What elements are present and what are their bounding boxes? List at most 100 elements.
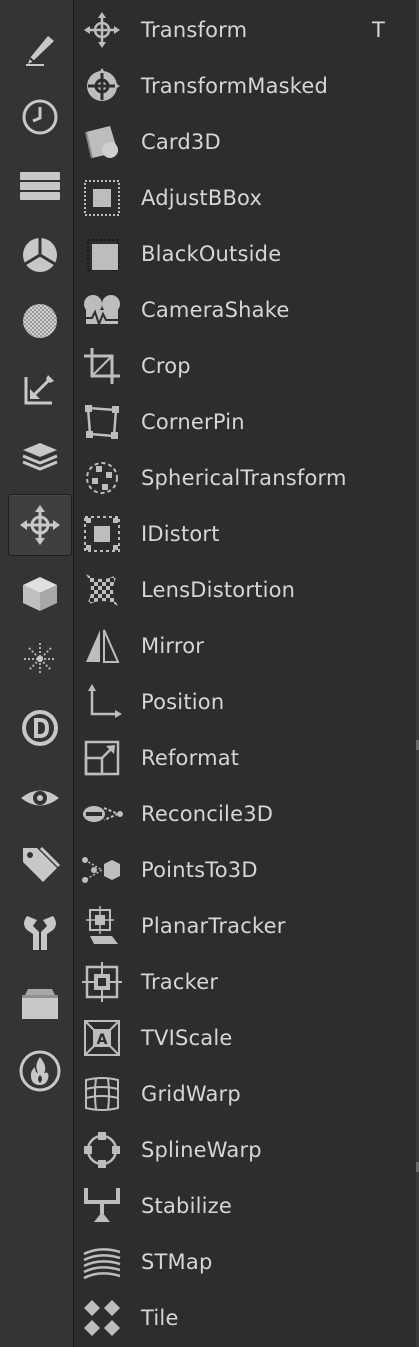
menu-item-splinewarp[interactable]: SplineWarp	[74, 1122, 417, 1178]
eye-icon	[21, 790, 59, 806]
pencil-icon	[26, 36, 54, 66]
menu-item-mirror[interactable]: Mirror	[74, 618, 417, 674]
shortcut-label: T	[372, 18, 385, 42]
toolset-box-icon	[22, 989, 58, 1019]
menu-item-label: AdjustBBox	[141, 186, 263, 210]
menu-item-label: BlackOutside	[141, 242, 282, 266]
gridwarp-icon	[80, 1072, 124, 1116]
tile-icon	[80, 1296, 124, 1340]
stabilize-icon	[80, 1184, 124, 1228]
deep-toolbar-button[interactable]	[8, 697, 72, 759]
merge-stack-icon	[22, 443, 58, 471]
menu-item-sphericaltransform[interactable]: SphericalTransform	[74, 450, 417, 506]
menu-item-label: SphericalTransform	[141, 466, 347, 490]
menu-item-tviscale[interactable]: A TVIScale	[74, 1010, 417, 1066]
menu-item-label: GridWarp	[141, 1082, 241, 1106]
crop-icon	[80, 344, 124, 388]
cube-icon	[23, 577, 57, 611]
tviscale-icon: A	[80, 1016, 124, 1060]
particles-toolbar-button[interactable]	[8, 628, 72, 690]
menu-item-label: IDistort	[141, 522, 220, 546]
menu-item-planartracker[interactable]: PlanarTracker	[74, 898, 417, 954]
menu-item-reformat[interactable]: Reformat	[74, 730, 417, 786]
3d-toolbar-button[interactable]	[8, 563, 72, 625]
transform-masked-icon	[80, 64, 124, 108]
metadata-toolbar-button[interactable]	[8, 834, 72, 896]
transform-move-icon	[20, 505, 60, 545]
menu-item-label: PlanarTracker	[141, 914, 286, 938]
menu-item-label: TransformMasked	[141, 74, 329, 98]
particle-burst-icon	[24, 643, 56, 675]
menu-item-label: LensDistortion	[141, 578, 296, 602]
tag-icon	[23, 846, 61, 882]
reconcile3d-icon	[80, 792, 124, 836]
menu-item-label: Mirror	[141, 634, 205, 658]
menu-item-label: Stabilize	[141, 1194, 233, 1218]
menu-item-label: Crop	[141, 354, 191, 378]
color-toolbar-button[interactable]	[8, 224, 72, 286]
transform-menu: Transform T TransformMasked Card3D Adjus…	[73, 0, 416, 1347]
menu-item-stmap[interactable]: STMap	[74, 1234, 417, 1290]
menu-item-label: STMap	[141, 1250, 213, 1274]
menu-item-label: Position	[141, 690, 225, 714]
menu-item-cornerpin[interactable]: CornerPin	[74, 394, 417, 450]
other-toolbar-button[interactable]	[8, 902, 72, 964]
menu-item-reconcile3d[interactable]: Reconcile3D	[74, 786, 417, 842]
menu-item-card3d[interactable]: Card3D	[74, 114, 417, 170]
channel-toolbar-button[interactable]	[8, 155, 72, 217]
menu-item-label: CornerPin	[141, 410, 245, 434]
spherical-transform-icon	[80, 456, 124, 500]
toolsets-toolbar-button[interactable]	[8, 972, 72, 1034]
furnace-toolbar-button[interactable]	[8, 1040, 72, 1102]
menu-item-label: Tile	[141, 1306, 179, 1330]
points-to-3d-icon	[80, 848, 124, 892]
menu-item-position[interactable]: Position	[74, 674, 417, 730]
menu-item-label: Reconcile3D	[141, 802, 274, 826]
flame-icon	[19, 1050, 61, 1092]
menu-item-idistort[interactable]: IDistort	[74, 506, 417, 562]
idistort-icon	[80, 512, 124, 556]
eyedropper-arrow-icon	[24, 375, 54, 405]
filter-toolbar-button[interactable]	[8, 290, 72, 352]
keyer-toolbar-button[interactable]	[8, 358, 72, 420]
black-outside-icon	[80, 232, 124, 276]
menu-item-tracker[interactable]: Tracker	[74, 954, 417, 1010]
transform-icon	[80, 8, 124, 52]
clock-icon	[22, 99, 58, 135]
splinewarp-icon	[80, 1128, 124, 1172]
menu-item-label: Reformat	[141, 746, 240, 770]
time-toolbar-button[interactable]	[8, 86, 72, 148]
menu-item-label: SplineWarp	[141, 1138, 262, 1162]
menu-item-pointsto3d[interactable]: PointsTo3D	[74, 842, 417, 898]
draw-toolbar-button[interactable]	[8, 17, 72, 79]
mirror-icon	[80, 624, 124, 668]
adjust-bbox-icon	[80, 176, 124, 220]
tracker-icon	[80, 960, 124, 1004]
menu-item-label: PointsTo3D	[141, 858, 258, 882]
menu-item-stabilize[interactable]: Stabilize	[74, 1178, 417, 1234]
card3d-icon	[80, 120, 124, 164]
svg-text:A: A	[97, 1032, 108, 1048]
menu-item-label: Card3D	[141, 130, 221, 154]
d-badge-icon	[22, 710, 58, 746]
camera-shake-icon	[80, 288, 124, 332]
merge-toolbar-button[interactable]	[8, 426, 72, 488]
views-toolbar-button[interactable]	[8, 767, 72, 829]
transform-toolbar-button[interactable]	[8, 494, 72, 556]
menu-item-camerashake[interactable]: CameraShake	[74, 282, 417, 338]
menu-item-crop[interactable]: Crop	[74, 338, 417, 394]
menu-item-blackoutside[interactable]: BlackOutside	[74, 226, 417, 282]
menu-item-adjustbbox[interactable]: AdjustBBox	[74, 170, 417, 226]
menu-item-label: TVIScale	[141, 1026, 233, 1050]
planar-tracker-icon	[80, 904, 124, 948]
wrench-icon	[24, 916, 56, 950]
menu-item-tile[interactable]: Tile	[74, 1290, 417, 1346]
menu-item-transform[interactable]: Transform T	[74, 2, 417, 58]
layers-stack-icon	[20, 172, 60, 200]
hatched-circle-icon	[23, 304, 57, 338]
menu-item-gridwarp[interactable]: GridWarp	[74, 1066, 417, 1122]
menu-item-lensdistortion[interactable]: LensDistortion	[74, 562, 417, 618]
color-wheel-icon	[23, 238, 57, 272]
menu-item-transformmasked[interactable]: TransformMasked	[74, 58, 417, 114]
corner-pin-icon	[80, 400, 124, 444]
